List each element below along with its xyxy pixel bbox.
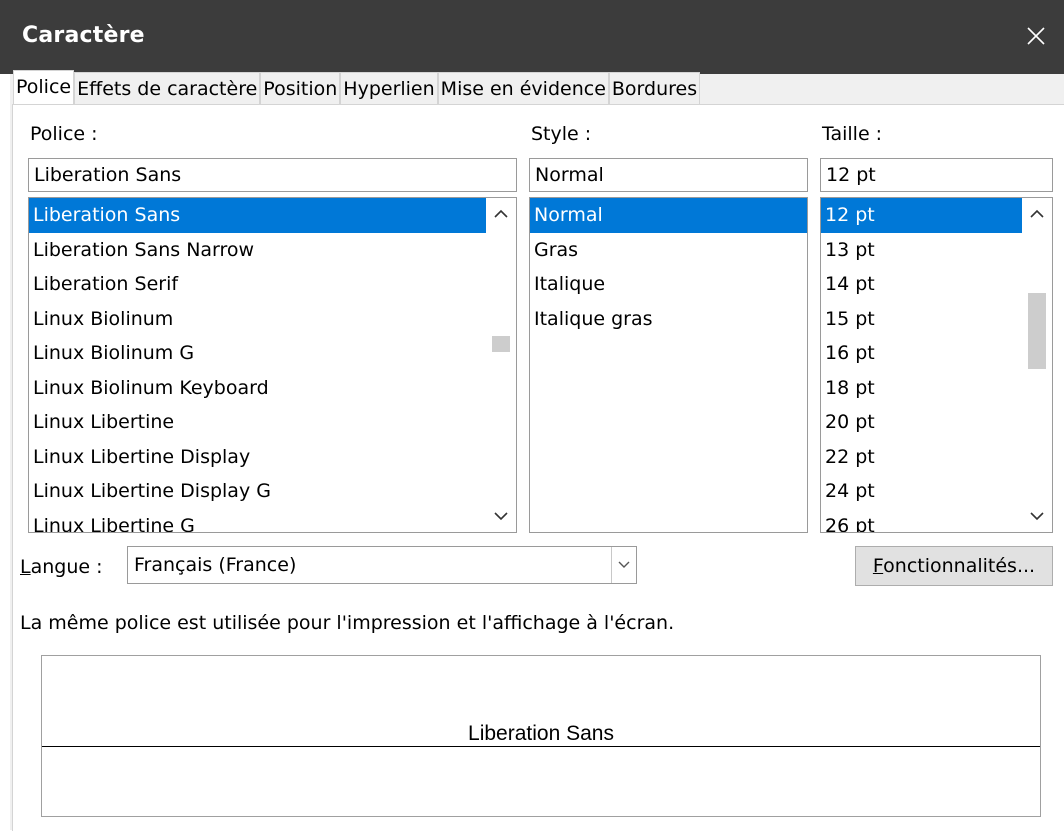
font-list-item[interactable]: Linux Libertine G (29, 509, 516, 533)
tab-position[interactable]: Position (260, 72, 341, 105)
size-list-item[interactable]: 24 pt (821, 474, 1052, 509)
chevron-up-icon[interactable] (493, 208, 509, 220)
size-list-scrollbar[interactable] (1022, 198, 1052, 532)
tab-police[interactable]: Police (13, 70, 75, 106)
font-list-item[interactable]: Linux Biolinum Keyboard (29, 371, 516, 406)
size-list-item[interactable]: 15 pt (821, 302, 1052, 337)
font-list-item[interactable]: Liberation Sans Narrow (29, 233, 516, 268)
size-list-item[interactable]: 22 pt (821, 440, 1052, 475)
font-list-item[interactable]: Linux Libertine Display G (29, 474, 516, 509)
font-name-field[interactable]: Liberation Sans (28, 158, 517, 192)
chevron-down-icon[interactable] (493, 510, 509, 522)
size-list-item[interactable]: 14 pt (821, 267, 1052, 302)
style-list-item[interactable]: Normal (530, 198, 807, 233)
tab-mise-en-evidence[interactable]: Mise en évidence (437, 72, 609, 105)
font-list-item[interactable]: Liberation Sans (29, 198, 516, 233)
style-list-item[interactable]: Gras (530, 233, 807, 268)
tab-bar: Police Effets de caractère Position Hype… (13, 70, 701, 106)
language-label: Langue : (20, 556, 103, 578)
language-dropdown-button[interactable] (611, 547, 636, 583)
style-list-item[interactable]: Italique gras (530, 302, 807, 337)
window-title: Caractère (22, 23, 145, 48)
size-list-scroll-thumb[interactable] (1028, 293, 1046, 369)
font-list-item[interactable]: Linux Libertine (29, 405, 516, 440)
style-list[interactable]: Normal Gras Italique Italique gras (529, 197, 808, 533)
tab-hyperlien[interactable]: Hyperlien (340, 72, 438, 105)
info-text: La même police est utilisée pour l'impre… (20, 612, 675, 634)
chevron-down-icon (618, 561, 630, 568)
size-list-item[interactable]: 13 pt (821, 233, 1052, 268)
font-list-scrollbar[interactable] (486, 198, 516, 532)
tab-bordures[interactable]: Bordures (608, 72, 701, 105)
tab-effets-de-caractere[interactable]: Effets de caractère (74, 72, 261, 105)
style-list-item[interactable]: Italique (530, 267, 807, 302)
chevron-up-icon[interactable] (1029, 208, 1045, 220)
size-list-item[interactable]: 26 pt (821, 509, 1052, 533)
features-button[interactable]: Fonctionnalités... (855, 546, 1053, 586)
size-list-item[interactable]: 18 pt (821, 371, 1052, 406)
size-field[interactable]: 12 pt (820, 158, 1053, 192)
font-list-item[interactable]: Liberation Serif (29, 267, 516, 302)
size-label: Taille : (822, 123, 883, 145)
font-list[interactable]: Liberation Sans Liberation Sans Narrow Lib… (28, 197, 517, 533)
size-list-item[interactable]: 16 pt (821, 336, 1052, 371)
font-list-item[interactable]: Linux Libertine Display (29, 440, 516, 475)
font-preview: Liberation Sans (41, 655, 1041, 817)
size-list-item[interactable]: 12 pt (821, 198, 1052, 233)
language-select[interactable]: Français (France) (127, 546, 637, 584)
preview-baseline (42, 746, 1040, 747)
preview-text: Liberation Sans (466, 722, 616, 745)
size-list-item[interactable]: 20 pt (821, 405, 1052, 440)
font-label: Police : (30, 123, 98, 145)
chevron-down-icon[interactable] (1029, 510, 1045, 522)
font-list-scroll-thumb[interactable] (492, 336, 510, 352)
size-list[interactable]: 12 pt 13 pt 14 pt 15 pt 16 pt 18 pt 20 pt 22 pt… (820, 197, 1053, 533)
close-icon[interactable] (1024, 24, 1048, 48)
font-list-item[interactable]: Linux Biolinum (29, 302, 516, 337)
title-bar: Caractère (0, 0, 1064, 74)
style-label: Style : (531, 123, 592, 145)
language-value: Français (France) (134, 554, 297, 576)
font-list-item[interactable]: Linux Biolinum G (29, 336, 516, 371)
style-field[interactable]: Normal (529, 158, 808, 192)
